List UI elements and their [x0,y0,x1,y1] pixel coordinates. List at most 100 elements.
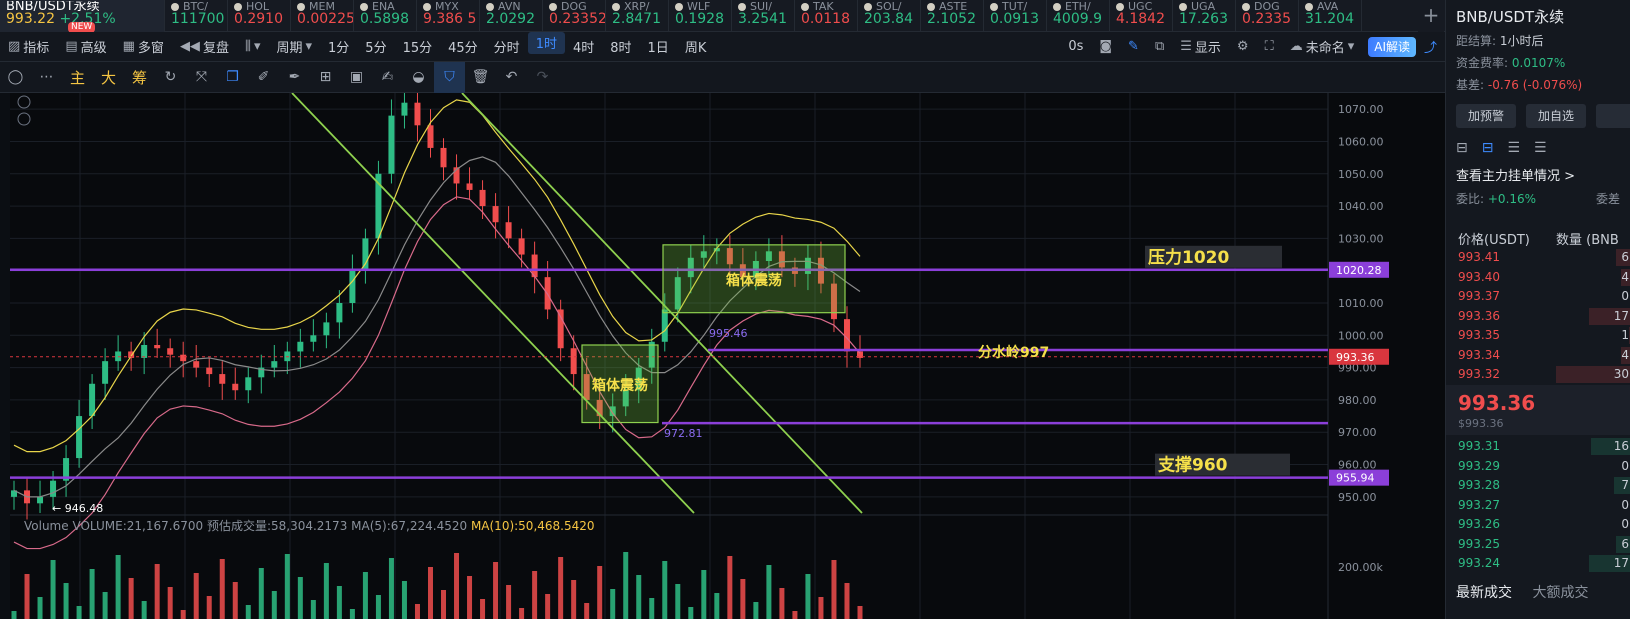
expand-toggle-icon [17,95,31,109]
replay-button[interactable]: ◀◀ 复盘 [172,32,237,62]
orderbook-row[interactable]: 993.41 6 [1446,248,1630,267]
copy-tool[interactable]: ❐ [217,62,248,93]
volume-bar [649,598,655,619]
chips-tool[interactable]: 筹 [124,62,155,93]
ticker-item[interactable]: ETH/4009.9 [1047,0,1110,32]
interval-tab[interactable]: 1日 [640,32,677,62]
interval-tab[interactable]: 分时 [486,32,528,62]
pen-tool[interactable]: ✒ [279,62,310,93]
add-alert-button[interactable]: 加预警 [1456,104,1516,128]
volume-bar [167,587,173,619]
orderbook-row[interactable]: 993.26 0 [1446,515,1630,534]
interval-tab[interactable]: 4时 [565,32,602,62]
ticker-item[interactable]: SUI/3.2541 [732,0,795,32]
ticker-item[interactable]: MYX 9.386 5 [417,0,480,32]
orderbook-row[interactable]: 993.24 17 [1446,554,1630,573]
template-select[interactable]: ☁ 未命名 ▾ [1282,32,1363,62]
volume-bar [401,581,407,619]
orderbook-row[interactable]: 993.32 30 [1446,365,1630,384]
ticker-active-symbol[interactable]: BNB/USDT永续 993.22 +2.51% NEW [0,0,165,32]
settings-button[interactable]: ⚙ [1229,32,1257,62]
period-select[interactable]: 周期 ▾ [268,32,320,62]
interval-tab[interactable]: 周K [677,32,715,62]
interval-tab[interactable]: 15分 [395,32,441,62]
ticker-item[interactable]: XRP/2.8471 [606,0,669,32]
ticker-item[interactable]: MEM 0.00225 [291,0,354,32]
measure-icon: ⊞ [319,69,332,85]
orderbook-row[interactable]: 993.37 0 [1446,287,1630,306]
main-force-tool[interactable]: 主 [62,62,93,93]
redo-tool[interactable]: ↷ [527,62,558,93]
display-button[interactable]: ☰ 显示 [1172,32,1229,62]
add-favorite-button[interactable]: 加自选 [1526,104,1586,128]
interval-tab[interactable]: 1分 [320,32,357,62]
more-tools[interactable]: ⋯ [31,62,62,93]
erase-tool[interactable]: ▣ [341,62,372,93]
book-asks-icon: ☰ [1534,140,1561,156]
orderbook-row[interactable]: 993.28 7 [1446,476,1630,495]
box-label: 箱体震荡 [592,377,648,394]
ticker-item[interactable]: UGA 17.263 [1173,0,1236,32]
brush-tool[interactable]: ✐ [248,62,279,93]
orderbook-row[interactable]: 993.31 16 [1446,437,1630,456]
ticker-item[interactable]: UGC 4.1842 [1110,0,1173,32]
rotate-tool[interactable]: ↻ [155,62,186,93]
chart-area[interactable]: 950.00 960.00 970.00 980.00 990.00 1000.00 101… [10,93,1445,619]
orderbook-row[interactable]: 993.27 0 [1446,496,1630,515]
advanced-button[interactable]: ▤ 高级 [57,32,114,62]
big-order-tool[interactable]: 大 [93,62,124,93]
layout-button[interactable]: ⧉ [1147,32,1172,62]
add-tab-button[interactable]: + [1418,0,1444,32]
orderbook-row[interactable]: 993.40 4 [1446,268,1630,287]
more-button[interactable] [1596,104,1630,128]
orderbook-row[interactable]: 993.35 1 [1446,326,1630,345]
orderbook-row[interactable]: 993.29 0 [1446,457,1630,476]
fullscreen-button[interactable]: ⛶ [1257,32,1282,62]
ticker-item[interactable]: TUT/0.0913 [984,0,1047,32]
ticker-item[interactable]: ENA 0.5898 [354,0,417,32]
ticker-item[interactable]: AVA 31.204 [1299,0,1362,32]
ticker-item[interactable]: AVN 2.0292 [480,0,543,32]
interval-tab[interactable]: 5分 [357,32,394,62]
filter-tool[interactable]: ⛉ [434,61,465,93]
chart-type-button[interactable]: ⫼ ▾ [237,32,269,62]
price-chart[interactable]: 950.00960.00970.00980.00990.001000.00101… [10,93,1445,619]
multi-window-button[interactable]: ▦ 多窗 [115,32,172,62]
orderbook-row[interactable]: 993.36 17 [1446,307,1630,326]
view-main-orders-link[interactable]: 查看主力挂单情况 > [1456,165,1575,184]
magnet-tool[interactable]: ◒ [403,62,434,93]
interval-tab[interactable]: 1时 [527,31,565,54]
funding-value: 0.0107% [1511,56,1566,70]
delete-tool[interactable]: 🗑 [465,62,496,93]
interval-tab[interactable]: 8时 [602,32,639,62]
ticker-item[interactable]: WLF 0.1928 [669,0,732,32]
order-price: 993.25 [1458,536,1500,551]
ai-interpret-button[interactable]: AI解读 [1368,36,1416,57]
volume-bar [688,607,694,619]
ticker-item[interactable]: BTC/111700 [165,0,228,32]
camera-button[interactable]: ◙ [1091,32,1120,62]
ellipse-tool[interactable]: ◯ [0,62,31,93]
edit-tool[interactable]: ✍ [372,62,403,93]
funding-label: 资金费率: [1456,56,1509,70]
tab-large-trades[interactable]: 大额成交 [1532,585,1588,601]
ticker-item-name: SOL/ [864,1,914,11]
draw-button[interactable]: ✎ [1120,32,1147,62]
undo-tool[interactable]: ↶ [496,62,527,93]
share-button[interactable]: ⤴ [1416,32,1445,62]
indicators-button[interactable]: ▨ 指标 [0,32,57,62]
ticker-item[interactable]: TAK 0.0118 [795,0,858,32]
tab-latest-trades[interactable]: 最新成交 [1456,585,1512,601]
interval-tab[interactable]: 45分 [440,32,486,62]
ticker-item[interactable]: DOG 0.2335 [1236,0,1299,32]
orderbook-row[interactable]: 993.25 6 [1446,535,1630,554]
orderbook-row[interactable]: 993.34 4 [1446,346,1630,365]
orderbook-view-icons[interactable]: ⊟⊟☰☰ [1456,140,1561,156]
ticker-item[interactable]: DOG 0.23352 [543,0,606,32]
ticker-item[interactable]: ASTE 2.1052 [921,0,984,32]
ticker-item[interactable]: SOL/203.84 [858,0,921,32]
cross-tool[interactable]: ⤧ [186,62,217,93]
ticker-item[interactable]: HOL 0.2910 [228,0,291,32]
measure-tool[interactable]: ⊞ [310,62,341,93]
volume-bar [349,609,355,619]
